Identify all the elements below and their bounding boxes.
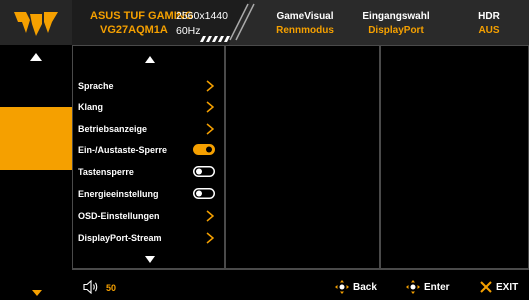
menu-item-power-setting[interactable]: Energieeinstellung: [78, 189, 159, 199]
hdr-value: AUS: [478, 25, 500, 36]
header-gamevisual: GameVisual Rennmodus: [268, 11, 342, 36]
chevron-right-icon: [206, 80, 214, 92]
speaker-icon: [83, 280, 98, 294]
joystick-back-icon: [335, 280, 349, 294]
submenu-pane: [225, 45, 380, 269]
gear-icon: [27, 67, 45, 85]
header-input-select: Eingangswahl DisplayPort: [354, 11, 438, 36]
sidebar-item-label: System-Einstell.: [3, 97, 69, 107]
joystick-enter-icon: [406, 280, 420, 294]
chevron-right-icon: [206, 210, 214, 222]
exit-button[interactable]: EXIT: [496, 282, 518, 293]
hdr-label: HDR: [478, 11, 500, 22]
chevron-right-icon: [206, 232, 214, 244]
header-hdr: HDR AUS: [464, 11, 514, 36]
sidebar-item-system-settings[interactable]: [0, 107, 72, 170]
close-icon: [480, 281, 492, 293]
model-number: VG27AQM1A: [100, 24, 168, 36]
sidebar-down-arrow-icon[interactable]: [32, 290, 42, 296]
chevron-right-icon: [206, 123, 214, 135]
footer-bar: [72, 269, 529, 300]
menu-item-key-lock[interactable]: Tastensperre: [78, 167, 134, 177]
chevron-right-icon: [206, 101, 214, 113]
toggle-on-icon[interactable]: [193, 144, 215, 155]
sidebar: System-Einstell.: [0, 45, 72, 300]
header-slash-decoration: [229, 3, 255, 41]
input-select-label: Eingangswahl: [362, 11, 430, 22]
gamevisual-value: Rennmodus: [276, 25, 334, 36]
tuf-logo-icon: [14, 12, 58, 36]
menu-item-power-indicator[interactable]: Betriebsanzeige: [78, 124, 147, 134]
toggle-off-icon[interactable]: [193, 188, 215, 199]
menu-item-sound[interactable]: Klang: [78, 102, 103, 112]
gamevisual-label: GameVisual: [276, 11, 334, 22]
menu-scroll-up-icon[interactable]: [145, 56, 155, 63]
menu-item-osd-settings[interactable]: OSD-Einstellungen: [78, 211, 160, 221]
toggle-off-icon[interactable]: [193, 166, 215, 177]
menu-item-displayport-stream[interactable]: DisplayPort-Stream: [78, 233, 162, 243]
menu-item-power-key-lock[interactable]: Ein-/Austaste-Sperre: [78, 145, 167, 155]
enter-button[interactable]: Enter: [424, 282, 450, 293]
menu-item-language[interactable]: Sprache: [78, 81, 114, 91]
tuf-logo: [0, 0, 72, 45]
menu-scroll-down-icon[interactable]: [145, 256, 155, 263]
header-bar: ASUS TUF GAMING VG27AQM1A 2560x1440 60Hz…: [0, 0, 529, 45]
volume-value: 50: [106, 283, 117, 293]
input-select-value: DisplayPort: [368, 25, 424, 36]
refresh-rate-value: 60Hz: [176, 25, 201, 37]
value-pane: [380, 45, 529, 269]
back-button[interactable]: Back: [353, 282, 377, 293]
sidebar-up-arrow-icon[interactable]: [30, 53, 42, 61]
